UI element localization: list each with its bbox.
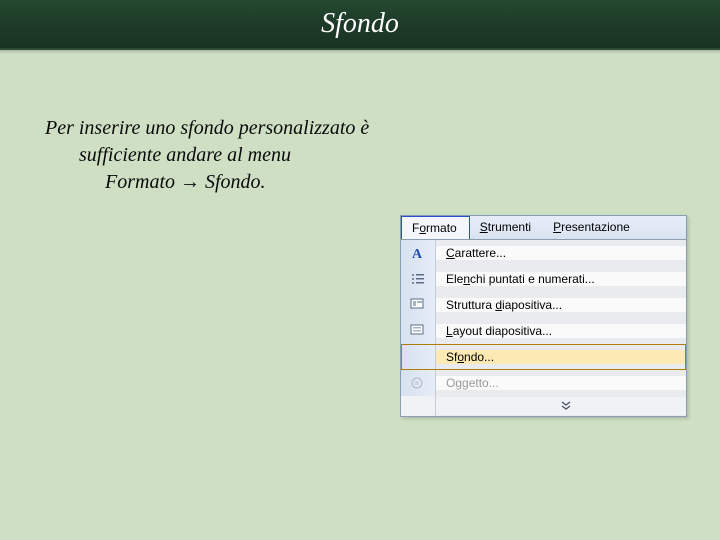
menu-label-sfondo: Sfondo... <box>436 350 686 364</box>
oggetto-post: getto... <box>462 376 499 390</box>
carattere-accel: C <box>446 246 455 260</box>
font-icon: A <box>409 244 427 262</box>
menubar-item-formato[interactable]: Formato <box>401 216 470 239</box>
elenchi-pre: Ele <box>446 272 463 286</box>
expander-gutter <box>401 396 436 416</box>
dropdown-menu: A Carattere... Elenchi puntati e numer <box>401 240 686 416</box>
slide-header: Sfondo <box>0 0 720 50</box>
carattere-icon-gutter: A <box>401 240 436 266</box>
struttura-icon-gutter <box>401 292 436 318</box>
sfondo-post: ndo... <box>464 350 494 364</box>
menubar-item-strumenti[interactable]: Strumenti <box>470 216 543 239</box>
menu-item-sfondo[interactable]: Sfondo... <box>401 344 686 370</box>
carattere-post: arattere... <box>455 246 506 260</box>
menu-label-carattere: Carattere... <box>436 246 686 260</box>
menu-expander[interactable] <box>401 396 686 416</box>
slide-layout-icon <box>409 322 427 340</box>
oggetto-pre: O <box>446 376 455 390</box>
menu-label-struttura: Struttura diapositiva... <box>436 298 686 312</box>
menu-item-carattere[interactable]: A Carattere... <box>401 240 686 266</box>
menu-item-struttura[interactable]: Struttura diapositiva... <box>401 292 686 318</box>
svg-text:A: A <box>412 247 423 261</box>
struttura-post: iapositiva... <box>502 298 562 312</box>
oggetto-icon-gutter <box>401 370 436 396</box>
menu-screenshot: Formato Strumenti Presentazione A Caratt… <box>400 215 687 417</box>
menu-item-elenchi[interactable]: Elenchi puntati e numerati... <box>401 266 686 292</box>
chevron-double-down-icon <box>557 397 575 415</box>
body-line3-arrow: → <box>180 171 200 193</box>
slide-design-icon <box>409 296 427 314</box>
menubar-formato-post: rmato <box>426 221 457 235</box>
menu-item-layout[interactable]: Layout diapositiva... <box>401 318 686 344</box>
elenchi-post: chi puntati e numerati... <box>470 272 595 286</box>
expander-label <box>436 397 686 415</box>
menu-item-oggetto[interactable]: Oggetto... <box>401 370 686 396</box>
elenchi-icon-gutter <box>401 266 436 292</box>
menubar-strumenti-post: trumenti <box>488 220 531 234</box>
menubar-strumenti-accel: S <box>480 220 488 234</box>
layout-icon-gutter <box>401 318 436 344</box>
list-icon <box>409 270 427 288</box>
body-line3-part1: Formato <box>105 171 180 193</box>
sfondo-pre: Sf <box>446 350 457 364</box>
menubar-presentazione-accel: P <box>553 220 561 234</box>
layout-accel: L <box>446 324 453 338</box>
header-shadow <box>0 48 720 54</box>
menu-label-layout: Layout diapositiva... <box>436 324 686 338</box>
body-line3-part2: Sfondo. <box>200 171 266 193</box>
menu-label-oggetto: Oggetto... <box>436 376 686 390</box>
object-icon <box>409 374 427 392</box>
menubar: Formato Strumenti Presentazione <box>401 216 686 240</box>
body-line3: Formato → Sfondo. <box>45 169 395 196</box>
slide-title: Sfondo <box>0 0 720 48</box>
layout-post: ayout diapositiva... <box>453 324 552 338</box>
menu-label-elenchi: Elenchi puntati e numerati... <box>436 272 686 286</box>
slide-body-text: Per inserire uno sfondo personalizzato è… <box>45 115 395 196</box>
body-line1: Per inserire uno sfondo personalizzato è <box>45 115 395 142</box>
menubar-item-presentazione[interactable]: Presentazione <box>543 216 642 239</box>
struttura-pre: Struttura <box>446 298 495 312</box>
body-line2: sufficiente andare al menu <box>45 142 395 169</box>
sfondo-icon-gutter <box>401 344 436 370</box>
menubar-presentazione-post: resentazione <box>561 220 630 234</box>
